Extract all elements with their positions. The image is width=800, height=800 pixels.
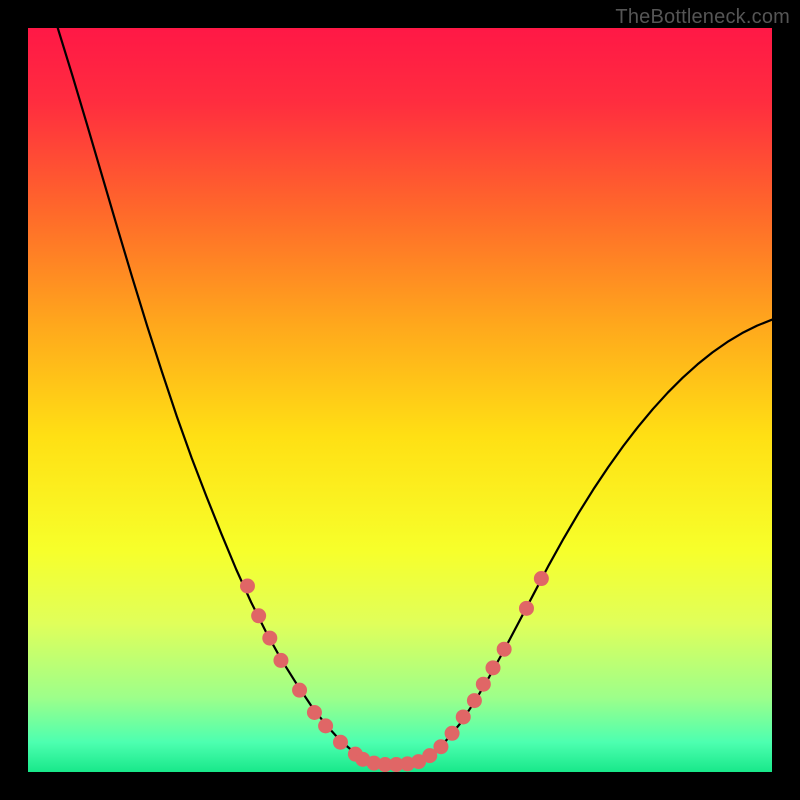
data-point bbox=[497, 642, 512, 657]
data-point bbox=[333, 735, 348, 750]
watermark-text: TheBottleneck.com bbox=[615, 6, 790, 29]
data-point bbox=[251, 608, 266, 623]
chart-frame: TheBottleneck.com bbox=[0, 0, 800, 800]
plot-area bbox=[28, 28, 772, 772]
data-point bbox=[534, 571, 549, 586]
data-point bbox=[240, 579, 255, 594]
data-point bbox=[519, 601, 534, 616]
data-point bbox=[273, 653, 288, 668]
data-point bbox=[262, 631, 277, 646]
data-point bbox=[318, 718, 333, 733]
data-point bbox=[476, 677, 491, 692]
data-point bbox=[292, 683, 307, 698]
data-point bbox=[486, 660, 501, 675]
data-point bbox=[433, 739, 448, 754]
data-point bbox=[445, 726, 460, 741]
data-point bbox=[307, 705, 322, 720]
data-point bbox=[456, 709, 471, 724]
data-point bbox=[467, 693, 482, 708]
chart-svg bbox=[28, 28, 772, 772]
